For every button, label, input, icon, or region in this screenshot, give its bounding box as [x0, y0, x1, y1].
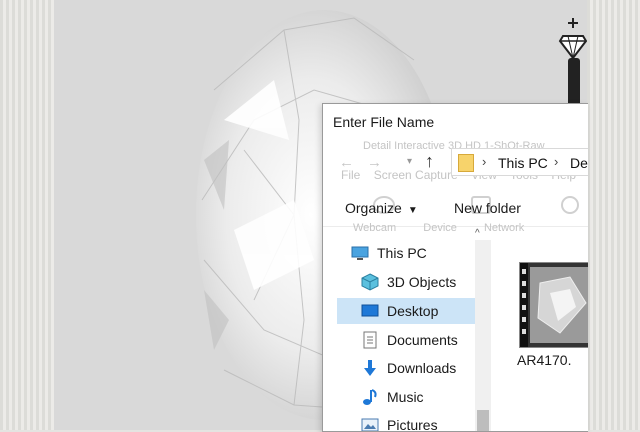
nav-item-label: Music: [387, 389, 424, 405]
nav-item-downloads[interactable]: Downloads: [361, 355, 475, 381]
nav-item-desktop[interactable]: Desktop: [337, 298, 475, 324]
file-name: AR4170.: [517, 352, 572, 368]
nav-item-documents[interactable]: Documents: [361, 327, 475, 353]
chevron-down-icon: ▼: [407, 205, 418, 216]
document-icon: [363, 331, 377, 349]
nav-item-3d-objects[interactable]: 3D Objects: [361, 269, 475, 295]
up-arrow-icon[interactable]: ↑: [425, 151, 434, 172]
organize-label: Organize: [345, 200, 402, 216]
folder-icon: [458, 154, 474, 172]
save-dialog: Enter File Name Detail Interactive 3D HD…: [322, 103, 588, 432]
cube-icon: [361, 273, 379, 291]
nav-item-this-pc[interactable]: This PC: [351, 240, 475, 266]
forward-arrow-icon[interactable]: →: [367, 154, 382, 171]
dialog-title: Enter File Name: [333, 114, 435, 130]
new-folder-button[interactable]: New folder: [454, 200, 521, 216]
ghost-toolbar: Webcam Device Network: [353, 222, 548, 234]
nav-scroll-thumb[interactable]: [477, 410, 489, 431]
nav-item-label: Documents: [387, 332, 458, 348]
navigation-pane: This PC 3D Objects Desktop Documents Dow…: [337, 238, 475, 431]
file-list: AR4170.: [499, 238, 588, 431]
diamond-icon[interactable]: [558, 18, 587, 60]
desktop-icon: [361, 304, 379, 317]
frame-left: [0, 0, 54, 430]
ghost-menu-item: Screen Capture: [373, 168, 458, 182]
ghost-toolbar-item: Network: [483, 222, 525, 234]
video-thumbnail-icon: [519, 262, 588, 348]
ghost-toolbar-item: Webcam: [353, 222, 397, 234]
computer-icon: [351, 246, 369, 260]
scroll-up-icon[interactable]: ^: [475, 228, 480, 239]
breadcrumb-chevron-icon[interactable]: ›: [482, 154, 486, 169]
recent-dropdown-icon[interactable]: ▾: [407, 156, 412, 167]
ghost-toolbar-item: Device: [423, 222, 457, 234]
breadcrumb-chevron-icon[interactable]: ›: [554, 154, 558, 169]
nav-item-music[interactable]: Music: [361, 384, 475, 410]
nav-item-pictures[interactable]: Pictures: [361, 412, 475, 431]
nav-item-label: This PC: [377, 245, 427, 261]
nav-item-label: Downloads: [387, 360, 457, 376]
organize-button[interactable]: Organize ▼: [345, 200, 418, 216]
ghost-network-icon: [561, 196, 579, 214]
nav-item-label: 3D Objects: [387, 274, 457, 290]
nav-item-label: Desktop: [387, 303, 439, 319]
frame-right: [587, 0, 640, 430]
breadcrumb-desktop[interactable]: De: [570, 155, 588, 171]
music-icon: [363, 389, 377, 405]
address-bar[interactable]: › This PC › De: [451, 148, 588, 176]
download-icon: [364, 360, 376, 376]
nav-scrollbar[interactable]: [475, 240, 491, 431]
breadcrumb-this-pc[interactable]: This PC: [498, 155, 548, 171]
back-arrow-icon[interactable]: ←: [339, 154, 354, 171]
